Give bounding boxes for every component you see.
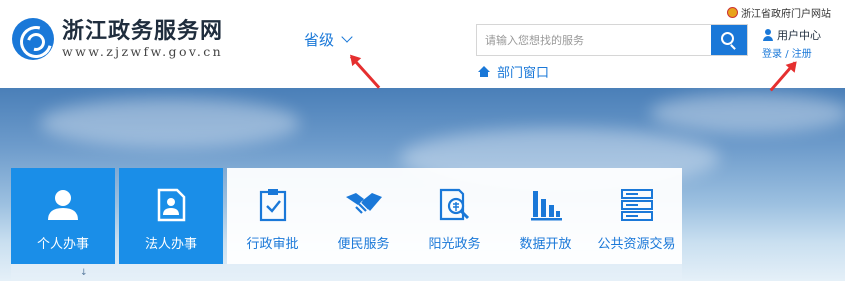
site-title: 浙江政务服务网 [62,18,224,44]
tile-public-services[interactable]: 便民服务 [318,168,409,264]
tile-label: 公共资源交易 [597,237,676,252]
hero-banner: 个人办事 法人办事 行政审批 便民服务 阳光政务 数据开放 公共资源交易 ↓ [0,88,845,281]
handshake-icon [345,193,382,214]
bar-chart-icon [530,191,562,221]
tile-label: 阳光政务 [428,237,481,252]
tile-label: 法人办事 [144,237,197,252]
site-logo[interactable]: 浙江政务服务网 www.zjzwfw.gov.cn [12,18,223,60]
user-center-label: 用户中心 [777,29,821,42]
search-input[interactable] [477,25,711,55]
logo-text: 浙江政务服务网 www.zjzwfw.gov.cn [62,18,223,60]
banner-cloud [40,98,300,148]
tile-admin-approval[interactable]: 行政审批 [227,168,318,264]
service-panel: 行政审批 便民服务 阳光政务 数据开放 公共资源交易 [227,168,682,264]
tile-public-resource-trading[interactable]: 公共资源交易 [591,168,682,264]
tile-corporate-services[interactable]: 法人办事 [119,168,223,264]
tile-transparent-government[interactable]: 阳光政务 [409,168,500,264]
chevron-down-icon [341,31,353,43]
search-icon [721,32,734,45]
logo-mark-icon [12,18,54,60]
search-bar [476,24,748,56]
dept-window-link[interactable]: 部门窗口 [477,62,549,81]
home-icon [477,65,491,78]
clipboard-check-icon [259,189,286,222]
page: 浙江政务服务网 www.zjzwfw.gov.cn 省级 部门窗口 浙江省政府门… [0,0,845,281]
gov-link-label: 浙江省政府门户网站 [741,9,831,20]
level-dropdown[interactable]: 省级 [304,29,353,50]
tile-bottom-strip [11,264,682,281]
register-link[interactable]: 注册 [792,49,812,60]
user-icon [762,29,774,41]
person-icon [48,190,78,220]
search-icon-handle [730,44,736,50]
tile-label: 行政审批 [246,237,299,252]
banner-cloud [650,93,845,133]
national-emblem-icon [727,7,738,18]
tile-open-data[interactable]: 数据开放 [500,168,591,264]
gov-portal-link[interactable]: 浙江省政府门户网站 [727,5,831,20]
site-header: 浙江政务服务网 www.zjzwfw.gov.cn 省级 部门窗口 浙江省政府门… [0,0,845,88]
tile-label: 便民服务 [337,237,390,252]
tile-label: 个人办事 [36,237,89,252]
user-center: 用户中心 登录 / 注册 [762,27,821,60]
site-domain: www.zjzwfw.gov.cn [62,44,224,59]
search-button[interactable] [711,25,747,55]
login-link[interactable]: 登录 [762,49,782,60]
server-stack-icon [620,189,653,221]
corporate-document-icon [157,188,186,222]
dept-label: 部门窗口 [497,66,550,81]
tile-personal-services[interactable]: 个人办事 [11,168,115,264]
tile-label: 数据开放 [519,237,572,252]
user-center-title[interactable]: 用户中心 [762,27,821,43]
auth-separator: / [785,49,789,60]
document-magnify-icon [439,188,469,221]
level-label: 省级 [304,31,335,49]
down-arrow-icon: ↓ [80,268,88,278]
